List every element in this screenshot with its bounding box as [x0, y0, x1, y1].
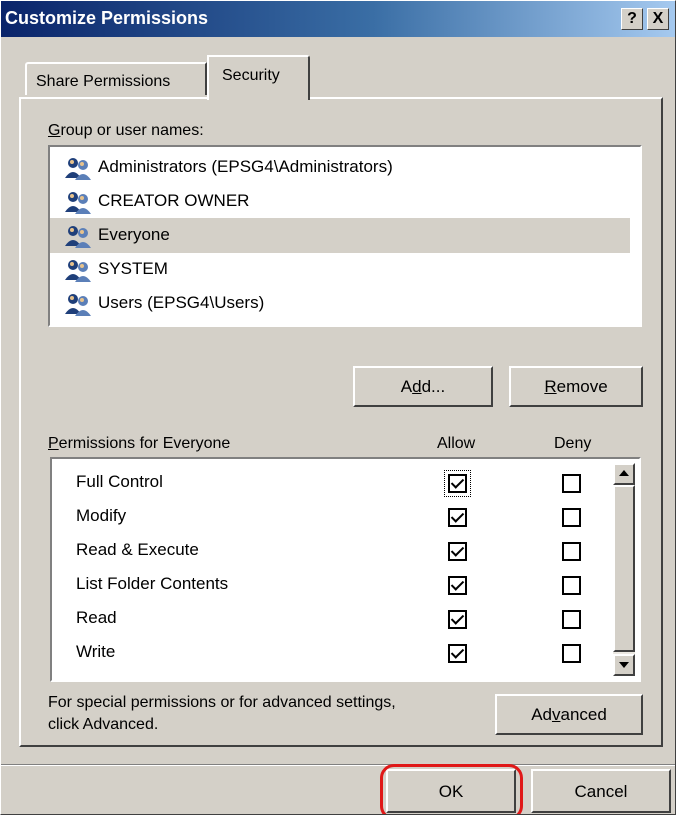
advanced-note: For special permissions or for advanced … — [48, 692, 396, 736]
permissions-label-text: ermissions for Everyone — [58, 435, 231, 452]
remove-button-text-post: emove — [556, 377, 608, 396]
user-name: Administrators (EPSG4\Administrators) — [98, 157, 393, 176]
deny-checkbox[interactable] — [562, 576, 581, 595]
permission-row-list-folder-contents: List Folder Contents — [52, 568, 597, 602]
user-group-icon — [65, 294, 91, 316]
permission-row-read: Read — [52, 602, 597, 636]
add-button-accel: d — [412, 377, 422, 396]
permission-name: Write — [76, 642, 116, 661]
permission-row-write: Write — [52, 636, 597, 670]
add-button[interactable]: Add... — [353, 366, 493, 407]
customize-permissions-dialog: Customize Permissions ? X Share Permissi… — [0, 0, 676, 815]
permission-name: List Folder Contents — [76, 574, 229, 593]
scrollbar-thumb[interactable] — [613, 485, 635, 652]
deny-checkbox[interactable] — [562, 610, 581, 629]
group-or-user-names-label: Group or user names: — [48, 122, 204, 140]
remove-button-accel: R — [544, 377, 557, 396]
list-item-everyone[interactable]: Everyone — [50, 218, 630, 253]
cancel-button[interactable]: Cancel — [531, 769, 671, 813]
user-group-icon — [65, 260, 91, 282]
add-button-text-pre: A — [400, 377, 413, 396]
permission-name: Full Control — [76, 472, 163, 491]
remove-button[interactable]: Remove — [509, 366, 643, 407]
tab-security-label: Security — [222, 67, 280, 84]
add-button-text-post: d... — [421, 377, 446, 396]
deny-checkbox[interactable] — [562, 474, 581, 493]
permission-row-modify: Modify — [52, 500, 597, 534]
allow-checkbox[interactable] — [448, 542, 467, 561]
user-name: SYSTEM — [98, 259, 168, 278]
permissions-list: Full Control Modify Read & Execute List … — [50, 457, 641, 682]
advanced-button-text-pre: Ad — [531, 705, 552, 724]
user-group-icon — [65, 158, 91, 180]
advanced-button[interactable]: Advanced — [495, 694, 643, 735]
user-list[interactable]: Administrators (EPSG4\Administrators) CR… — [48, 145, 642, 327]
tab-share-permissions-label: Share Permissions — [36, 73, 171, 90]
permissions-label-accel: P — [48, 435, 59, 452]
permission-row-read-execute: Read & Execute — [52, 534, 597, 568]
list-item-creator-owner[interactable]: CREATOR OWNER — [50, 184, 630, 219]
allow-checkbox[interactable] — [448, 644, 467, 663]
advanced-note-line-1: For special permissions or for advanced … — [48, 694, 396, 711]
help-button[interactable]: ? — [621, 8, 643, 30]
scroll-down-arrow-icon[interactable] — [613, 654, 635, 676]
permission-name: Modify — [76, 506, 127, 525]
title-bar[interactable]: Customize Permissions ? X — [1, 1, 675, 37]
permissions-for-label: Permissions for Everyone — [48, 435, 230, 453]
dialog-title: Customize Permissions — [5, 8, 209, 28]
user-name: Users (EPSG4\Users) — [98, 293, 265, 312]
allow-column-header: Allow — [437, 435, 476, 452]
user-name: CREATOR OWNER — [98, 191, 250, 210]
user-group-icon — [65, 226, 91, 248]
deny-checkbox[interactable] — [562, 644, 581, 663]
permission-name: Read — [76, 608, 117, 627]
allow-checkbox[interactable] — [448, 576, 467, 595]
advanced-note-line-2: click Advanced. — [48, 716, 159, 733]
ok-highlight-annotation — [380, 764, 523, 814]
group-label-text: roup or user names: — [60, 122, 204, 139]
allow-checkbox[interactable] — [448, 508, 467, 527]
list-item-system[interactable]: SYSTEM — [50, 252, 630, 287]
tab-security[interactable]: Security — [207, 55, 310, 100]
permission-name: Read & Execute — [76, 540, 199, 559]
list-item-administrators[interactable]: Administrators (EPSG4\Administrators) — [50, 150, 630, 185]
list-item-users[interactable]: Users (EPSG4\Users) — [50, 286, 630, 321]
advanced-button-text-post: anced — [560, 705, 607, 724]
deny-column-header: Deny — [554, 435, 592, 452]
user-group-icon — [65, 192, 91, 214]
close-button[interactable]: X — [647, 8, 669, 30]
allow-checkbox[interactable] — [448, 610, 467, 629]
tab-share-permissions[interactable]: Share Permissions — [25, 62, 207, 95]
footer-separator — [1, 764, 675, 766]
allow-checkbox[interactable] — [448, 474, 467, 493]
user-name: Everyone — [98, 225, 170, 244]
permissions-scrollbar[interactable] — [613, 463, 635, 676]
scroll-up-arrow-icon[interactable] — [613, 463, 635, 485]
deny-checkbox[interactable] — [562, 542, 581, 561]
permission-row-full-control: Full Control — [52, 466, 597, 500]
security-tab-panel: Group or user names: Administrators (EPS… — [19, 97, 663, 747]
deny-checkbox[interactable] — [562, 508, 581, 527]
group-label-accel: G — [48, 122, 61, 139]
